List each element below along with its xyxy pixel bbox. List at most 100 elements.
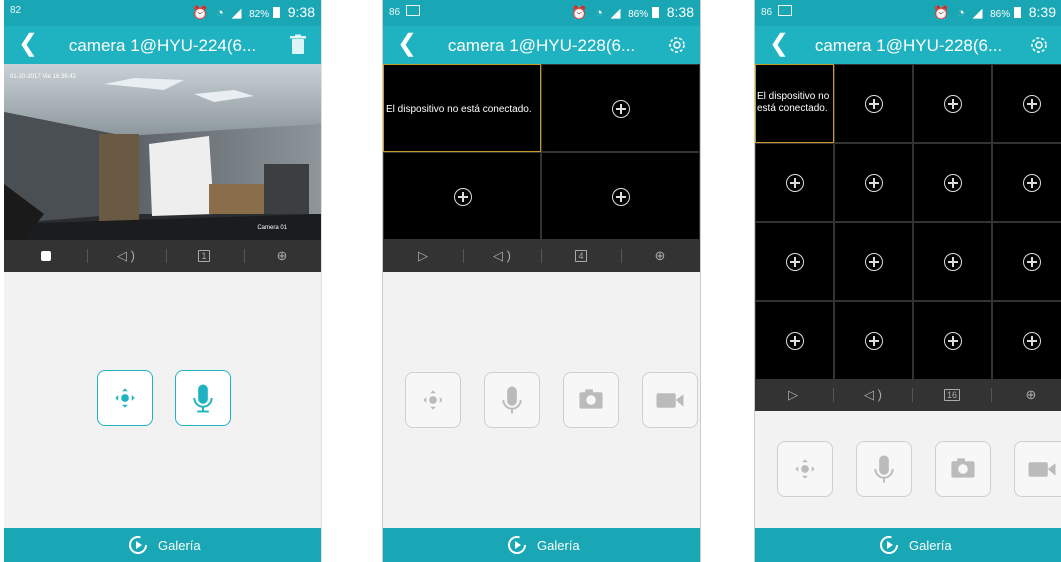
grid-cell[interactable]: El dispositivo no está conectado.	[383, 64, 541, 152]
add-camera-icon	[612, 100, 630, 118]
zoom-button[interactable]: ⊕	[640, 240, 680, 272]
grid-cell[interactable]	[755, 143, 834, 222]
playback-control-bar: ◁ ) 1 ⊕	[4, 240, 321, 272]
alarm-icon: ⏰	[192, 5, 209, 20]
ptz-icon	[795, 459, 815, 479]
grid-cell[interactable]	[913, 301, 992, 380]
page-title: camera 1@HYU-224(6...	[68, 36, 257, 55]
record-button[interactable]	[642, 372, 698, 428]
play-button[interactable]: ▷	[773, 379, 813, 411]
speaker-icon: ◁ )	[493, 248, 511, 263]
camera-grid-4: El dispositivo no está conectado.	[383, 64, 700, 240]
microphone-icon	[502, 386, 522, 414]
audio-button[interactable]: ◁ )	[853, 379, 893, 411]
zoom-button[interactable]: ⊕	[1011, 379, 1051, 411]
camera-grid-16: El dispositivo no está conectado.	[755, 64, 1061, 380]
alarm-icon: ⏰	[933, 5, 950, 20]
grid-cell[interactable]	[913, 64, 992, 143]
microphone-icon	[874, 455, 894, 483]
wifi-icon: ◔	[595, 5, 603, 20]
grid-cell[interactable]	[755, 301, 834, 380]
camera-osd-label: Camera 01	[257, 225, 287, 231]
grid-cell[interactable]	[755, 222, 834, 301]
stop-button[interactable]	[26, 240, 66, 272]
add-camera-icon	[786, 174, 804, 192]
gallery-bar[interactable]: Galería	[383, 528, 700, 562]
talk-button[interactable]	[484, 372, 540, 428]
gear-icon[interactable]	[666, 34, 688, 56]
image-icon	[406, 5, 421, 16]
play-button[interactable]: ▷	[403, 240, 443, 272]
gallery-icon	[508, 536, 526, 554]
snapshot-icon	[951, 458, 975, 478]
gallery-bar[interactable]: Galería	[4, 528, 321, 562]
battery-icon	[273, 7, 281, 18]
grid-cell[interactable]	[992, 64, 1061, 143]
clock: 8:38	[666, 4, 694, 20]
layout-button[interactable]: 16	[932, 379, 972, 411]
ptz-button[interactable]	[405, 372, 461, 428]
layout-button[interactable]: 1	[184, 240, 224, 272]
grid-cell[interactable]: El dispositivo no está conectado.	[755, 64, 834, 143]
add-camera-icon	[944, 332, 962, 350]
add-camera-icon	[944, 253, 962, 271]
grid-cell[interactable]	[913, 222, 992, 301]
phone-screen-3: 86 ⏰ ◔ ◢ 86% 8:39 ❮ camera 1@HYU-228(6..…	[754, 0, 1061, 562]
add-camera-icon	[865, 253, 883, 271]
grid-cell[interactable]	[834, 64, 913, 143]
add-camera-icon	[1023, 253, 1041, 271]
add-camera-icon	[1023, 174, 1041, 192]
disconnected-message: El dispositivo no está conectado.	[386, 104, 532, 115]
gallery-icon	[129, 536, 147, 554]
page-title: camera 1@HYU-228(6...	[814, 36, 1003, 55]
disconnected-message: El dispositivo no está conectado.	[757, 91, 830, 114]
record-button[interactable]	[1014, 441, 1061, 497]
camera-osd-timestamp: 01-20-2017 Vie 16:36:42	[10, 74, 76, 80]
notification-icon: 86	[761, 5, 793, 18]
clock: 9:38	[287, 4, 315, 20]
ptz-button[interactable]	[777, 441, 833, 497]
trash-icon[interactable]	[287, 34, 309, 56]
grid-cell[interactable]	[992, 301, 1061, 380]
talk-button[interactable]	[856, 441, 912, 497]
snapshot-button[interactable]	[563, 372, 619, 428]
grid-cell[interactable]	[834, 301, 913, 380]
talk-button[interactable]	[175, 370, 231, 426]
status-bar: 86 ⏰ ◔ ◢ 86% 8:38	[383, 0, 700, 26]
grid-cell[interactable]	[913, 143, 992, 222]
microphone-icon	[193, 384, 213, 413]
battery-icon	[652, 7, 660, 18]
image-icon	[778, 5, 793, 16]
grid-cell[interactable]	[992, 222, 1061, 301]
audio-button[interactable]: ◁ )	[106, 240, 146, 272]
grid-cell[interactable]	[541, 64, 700, 152]
add-camera-icon	[1023, 332, 1041, 350]
stop-icon	[41, 251, 51, 261]
audio-button[interactable]: ◁ )	[482, 240, 522, 272]
zoom-button[interactable]: ⊕	[262, 240, 302, 272]
ptz-button[interactable]	[97, 370, 153, 426]
notification-icon: 86	[389, 5, 421, 18]
notification-icon: 82	[10, 5, 22, 16]
gear-icon[interactable]	[1028, 34, 1050, 56]
snapshot-button[interactable]	[935, 441, 991, 497]
grid-cell[interactable]	[383, 152, 541, 240]
add-camera-icon	[612, 188, 630, 206]
add-camera-icon	[454, 188, 472, 206]
wifi-icon: ◔	[216, 5, 224, 20]
add-camera-icon	[786, 332, 804, 350]
zoom-in-icon: ⊕	[276, 248, 288, 263]
grid-cell[interactable]	[992, 143, 1061, 222]
play-icon: ▷	[788, 387, 798, 402]
add-camera-icon	[786, 253, 804, 271]
gallery-bar[interactable]: Galería	[755, 528, 1061, 562]
status-bar: 86 ⏰ ◔ ◢ 86% 8:39	[755, 0, 1061, 26]
battery-percent: 86%	[628, 9, 649, 20]
grid-cell[interactable]	[834, 222, 913, 301]
camera-image	[4, 64, 321, 240]
camera-live-view[interactable]: 01-20-2017 Vie 16:36:42 Camera 01	[4, 64, 321, 240]
grid-cell[interactable]	[541, 152, 700, 240]
layout-button[interactable]: 4	[561, 240, 601, 272]
grid-cell[interactable]	[834, 143, 913, 222]
add-camera-icon	[865, 174, 883, 192]
